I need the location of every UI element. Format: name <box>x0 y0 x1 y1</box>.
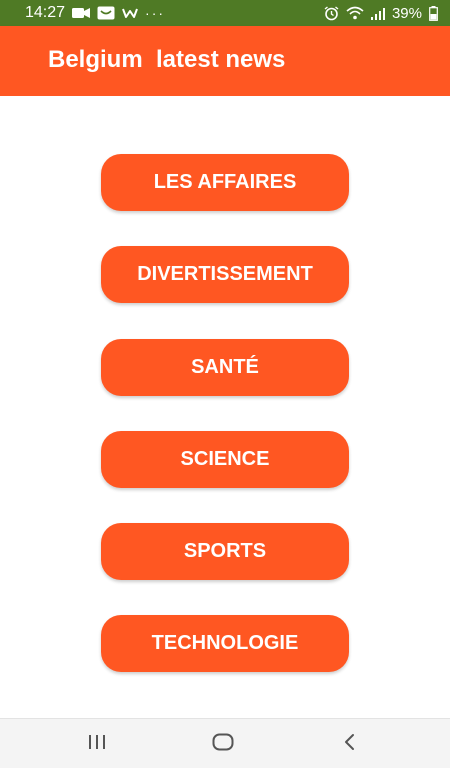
status-time: 14:27 <box>25 4 66 21</box>
wifi-icon <box>346 5 364 21</box>
category-button-technologie[interactable]: TECHNOLOGIE <box>101 615 349 672</box>
status-bar: 14:27 ··· 39% <box>0 0 450 26</box>
category-button-sante[interactable]: SANTÉ <box>101 339 349 396</box>
message-icon <box>97 5 115 21</box>
category-list: LES AFFAIRES DIVERTISSEMENT SANTÉ SCIENC… <box>0 96 450 718</box>
back-button[interactable] <box>329 729 369 759</box>
system-nav-bar <box>0 718 450 768</box>
alarm-icon <box>324 5 339 21</box>
signal-icon <box>370 5 385 21</box>
category-button-divertissement[interactable]: DIVERTISSEMENT <box>101 246 349 303</box>
battery-icon <box>429 5 438 21</box>
video-icon <box>72 5 91 21</box>
home-button[interactable] <box>203 729 243 759</box>
category-button-les-affaires[interactable]: LES AFFAIRES <box>101 154 349 211</box>
overflow-dots: ··· <box>145 5 166 21</box>
recents-icon <box>87 734 107 755</box>
home-icon <box>212 733 234 756</box>
app-bar: Belgium latest news <box>0 26 450 96</box>
recents-button[interactable] <box>77 729 117 759</box>
category-button-science[interactable]: SCIENCE <box>101 431 349 488</box>
battery-percent: 39% <box>391 4 422 22</box>
status-left: 14:27 ··· <box>25 4 165 22</box>
back-icon <box>342 733 356 756</box>
page-title: Belgium latest news <box>48 46 286 73</box>
app-w-icon <box>122 5 138 21</box>
category-button-sports[interactable]: SPORTS <box>101 523 349 580</box>
status-right: 39% <box>324 5 438 22</box>
